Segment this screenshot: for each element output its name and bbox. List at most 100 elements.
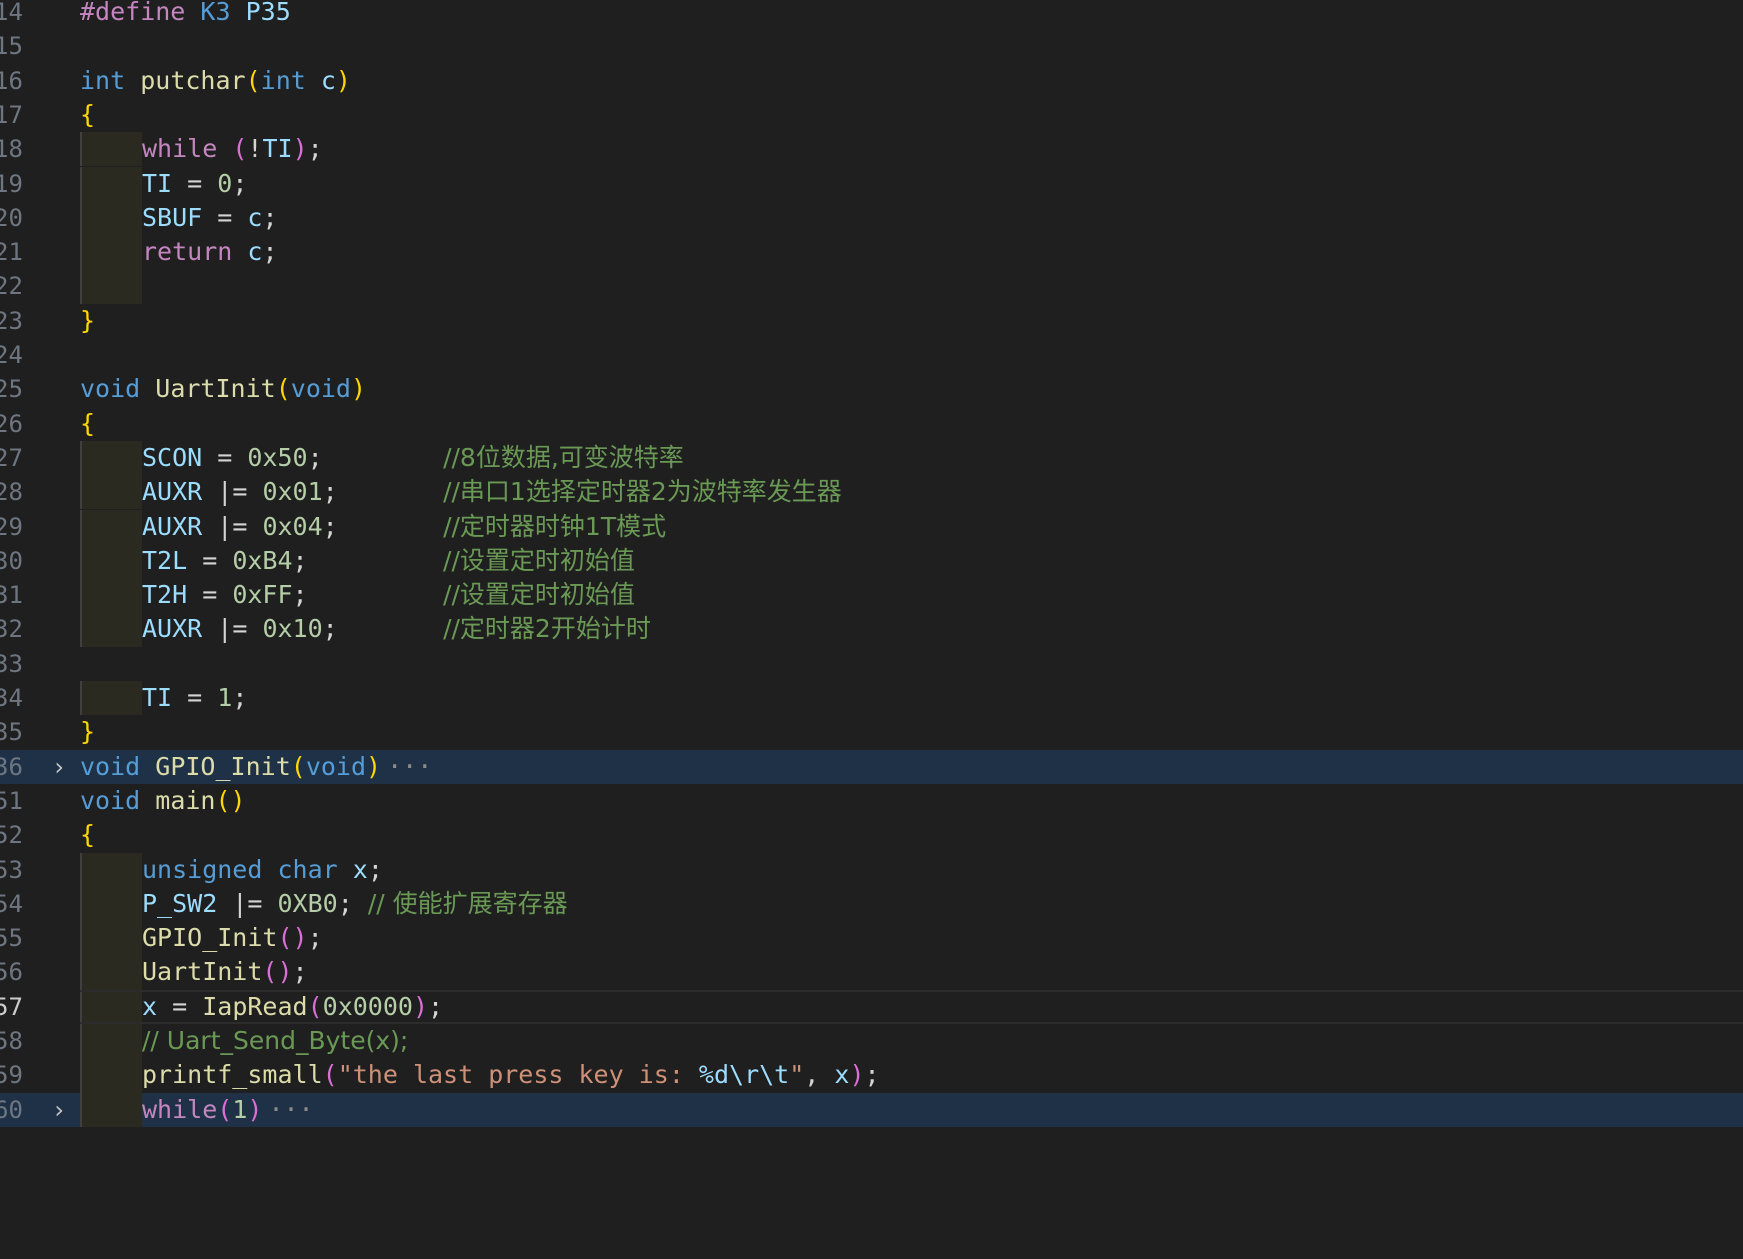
line-number[interactable]: 23: [0, 304, 34, 338]
code-line[interactable]: 29 AUXR |= 0x04; //定时器时钟1T模式: [0, 509, 1743, 544]
code-token: //设置定时初始值: [443, 580, 635, 610]
code-token: 0x01: [262, 477, 323, 507]
line-number[interactable]: 56: [0, 955, 34, 989]
code-editor[interactable]: 14 #define K3 P35 15 16 int putchar(int c) 17…: [0, 0, 1743, 1259]
code-line[interactable]: 56 UartInit();: [0, 955, 1743, 990]
code-line[interactable]: 24: [0, 338, 1743, 372]
code-line[interactable]: 30 T2L = 0xB4; //设置定时初始值: [0, 543, 1743, 579]
code-line[interactable]: 25 void UartInit(void): [0, 372, 1743, 406]
line-number[interactable]: 52: [0, 818, 34, 852]
code-token: {: [80, 408, 96, 438]
line-number[interactable]: 60: [0, 1093, 34, 1127]
code-text: {: [80, 818, 95, 856]
code-line[interactable]: 57 x = IapRead(0x0000);: [0, 989, 1743, 1025]
line-number[interactable]: 15: [0, 29, 34, 63]
code-text: SCON = 0x50; //8位数据,可变波特率: [142, 441, 684, 479]
line-number[interactable]: 51: [0, 784, 34, 818]
code-line[interactable]: 19 TI = 0;: [0, 166, 1743, 201]
line-number[interactable]: 24: [0, 338, 34, 372]
code-line[interactable]: 33: [0, 647, 1743, 681]
code-token: TI: [142, 683, 173, 712]
code-line[interactable]: 34 TI = 1;: [0, 681, 1743, 716]
code-line[interactable]: 53 unsigned char x;: [0, 852, 1743, 887]
code-token: TI: [262, 134, 293, 164]
line-number[interactable]: 22: [0, 269, 34, 303]
indent-guide: [80, 989, 142, 1024]
code-token: void: [80, 374, 141, 404]
code-token: UartInit: [155, 374, 276, 404]
code-token: (: [290, 751, 306, 781]
code-line[interactable]: 27 SCON = 0x50; //8位数据,可变波特率: [0, 440, 1743, 476]
code-token: }: [80, 305, 96, 335]
code-token: (): [262, 957, 293, 987]
code-line[interactable]: 14 #define K3 P35: [0, 0, 1743, 29]
code-text: void main(): [80, 784, 246, 822]
code-line[interactable]: 23}: [0, 304, 1743, 338]
code-token: ;: [367, 854, 383, 884]
code-token: (: [245, 65, 261, 95]
line-number[interactable]: 18: [0, 132, 34, 166]
line-number[interactable]: 36: [0, 750, 34, 784]
line-number[interactable]: 34: [0, 681, 34, 715]
code-line[interactable]: 54 P_SW2 |= 0XB0; // 使能扩展寄存器: [0, 886, 1743, 922]
code-line[interactable]: 59 printf_small("the last press key is: %…: [0, 1058, 1743, 1093]
code-line[interactable]: 36 › void GPIO_Init(void) ···: [0, 749, 1743, 784]
line-number[interactable]: 28: [0, 475, 34, 509]
code-token: (: [322, 1060, 338, 1090]
code-line[interactable]: 26 {: [0, 407, 1743, 441]
code-line[interactable]: 52 {: [0, 818, 1743, 852]
line-number[interactable]: 31: [0, 578, 34, 612]
code-token: |=: [202, 511, 263, 541]
chevron-right-icon[interactable]: ›: [48, 750, 70, 784]
line-number[interactable]: 32: [0, 612, 34, 646]
line-number[interactable]: 30: [0, 544, 34, 578]
code-token: ;: [322, 511, 444, 541]
code-line[interactable]: 20 SBUF = c;: [0, 200, 1743, 236]
line-number[interactable]: 17: [0, 98, 34, 132]
line-number[interactable]: 20: [0, 201, 34, 235]
code-line[interactable]: 35}: [0, 715, 1743, 749]
code-token: AUXR: [142, 477, 203, 507]
line-number[interactable]: 57: [0, 990, 34, 1024]
code-token: |=: [202, 477, 263, 507]
line-number[interactable]: 59: [0, 1058, 34, 1092]
line-number[interactable]: 53: [0, 853, 34, 887]
code-token: //串口1选择定时器2为波特率发生器: [443, 477, 842, 507]
code-line[interactable]: 18 while (!TI);: [0, 132, 1743, 167]
indent-guide: [80, 1092, 142, 1127]
code-line[interactable]: 16 int putchar(int c): [0, 64, 1743, 98]
line-number[interactable]: 35: [0, 715, 34, 749]
line-number[interactable]: 25: [0, 372, 34, 406]
folded-ellipsis[interactable]: ···: [387, 752, 432, 781]
code-text: printf_small("the last press key is: %d\…: [142, 1058, 880, 1096]
chevron-right-icon[interactable]: ›: [48, 1093, 70, 1127]
line-number[interactable]: 58: [0, 1024, 34, 1058]
code-token: ;: [292, 545, 444, 575]
line-number[interactable]: 14: [0, 0, 34, 29]
code-line[interactable]: 55 GPIO_Init();: [0, 921, 1743, 956]
folded-ellipsis[interactable]: ···: [268, 1095, 313, 1124]
code-line[interactable]: 51 void main(): [0, 784, 1743, 818]
code-token: 0xFF: [232, 580, 293, 610]
code-line[interactable]: 17 {: [0, 98, 1743, 132]
line-number[interactable]: 29: [0, 510, 34, 544]
line-number[interactable]: 27: [0, 441, 34, 475]
code-line[interactable]: 21 return c;: [0, 235, 1743, 270]
code-line[interactable]: 32 AUXR |= 0x10; //定时器2开始计时: [0, 612, 1743, 647]
line-number[interactable]: 55: [0, 921, 34, 955]
code-line[interactable]: 60 › while(1) ···: [0, 1092, 1743, 1127]
line-number[interactable]: 16: [0, 64, 34, 98]
code-line[interactable]: 22: [0, 269, 1743, 304]
code-text: TI = 0;: [142, 167, 247, 205]
line-number[interactable]: 21: [0, 235, 34, 269]
code-line[interactable]: 28 AUXR |= 0x01; //串口1选择定时器2为波特率发生器: [0, 475, 1743, 510]
line-number[interactable]: 19: [0, 167, 34, 201]
line-number[interactable]: 54: [0, 887, 34, 921]
code-line[interactable]: 31 T2H = 0xFF; //设置定时初始值: [0, 578, 1743, 613]
line-number[interactable]: 26: [0, 407, 34, 441]
line-number[interactable]: 33: [0, 647, 34, 681]
code-line[interactable]: 15: [0, 29, 1743, 63]
code-token: char: [277, 854, 338, 884]
code-line[interactable]: 58 // Uart_Send_Byte(x);: [0, 1024, 1743, 1059]
